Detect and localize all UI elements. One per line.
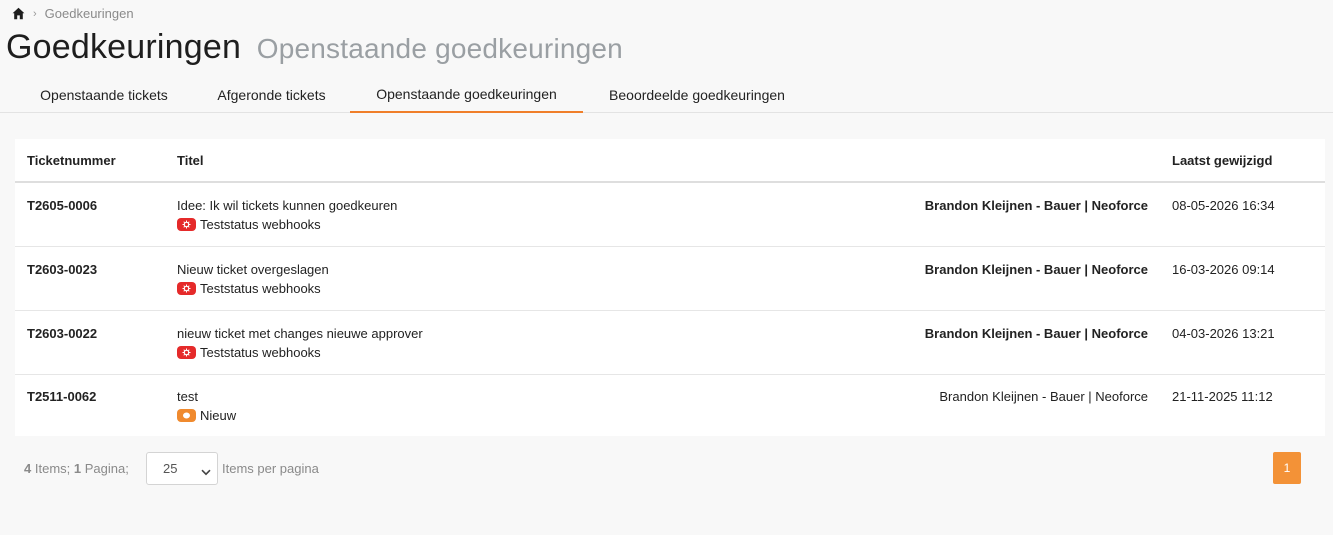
items-summary: 4 Items; 1 Pagina; <box>24 461 129 476</box>
tab-bar: Openstaande tickets Afgeronde tickets Op… <box>0 76 1333 113</box>
pages-label: Pagina; <box>84 461 129 476</box>
ticket-number[interactable]: T2605-0006 <box>27 198 97 213</box>
status-label: Teststatus webhooks <box>200 281 321 296</box>
page-size-value: 25 <box>163 461 178 476</box>
page-size-select[interactable]: 25 <box>146 452 218 485</box>
table-row[interactable]: T2603-0023 Nieuw ticket overgeslagen Tes… <box>15 247 1325 311</box>
table-header: Ticketnummer Titel Laatst gewijzigd <box>15 139 1325 183</box>
pagination-bar: 4 Items; 1 Pagina; 25 Items per pagina 1 <box>24 452 1314 486</box>
chevron-right-icon: › <box>33 7 37 20</box>
breadcrumb: › Goedkeuringen <box>12 6 134 21</box>
ticket-number[interactable]: T2511-0062 <box>27 389 96 404</box>
home-icon[interactable] <box>12 7 25 20</box>
ticket-title[interactable]: test <box>177 389 198 404</box>
status-badge: Nieuw <box>177 408 236 423</box>
ticket-title[interactable]: Idee: Ik wil tickets kunnen goedkeuren <box>177 198 397 213</box>
column-header-laatst-gewijzigd[interactable]: Laatst gewijzigd <box>1172 153 1272 168</box>
last-modified: 04-03-2026 13:21 <box>1172 326 1275 341</box>
items-count: 4 <box>24 461 32 476</box>
status-label: Nieuw <box>200 408 237 423</box>
per-page-label: Items per pagina <box>222 461 319 476</box>
page-title: Goedkeuringen Openstaande goedkeuringen <box>6 28 623 67</box>
tab-openstaande-tickets[interactable]: Openstaande tickets <box>16 76 192 113</box>
pages-count: 1 <box>73 461 82 476</box>
status-badge: Teststatus webhooks <box>177 217 321 232</box>
status-label: Teststatus webhooks <box>200 217 321 232</box>
chevron-down-icon <box>201 464 211 479</box>
requester: Brandon Kleijnen - Bauer | Neoforce <box>939 389 1148 404</box>
status-icon <box>177 218 196 231</box>
column-header-titel[interactable]: Titel <box>177 153 204 168</box>
status-label: Teststatus webhooks <box>200 345 321 360</box>
last-modified: 08-05-2026 16:34 <box>1172 198 1275 213</box>
page-button-1[interactable]: 1 <box>1273 452 1301 484</box>
status-icon <box>177 282 196 295</box>
table-row[interactable]: T2603-0022 nieuw ticket met changes nieu… <box>15 311 1325 375</box>
ticket-title[interactable]: Nieuw ticket overgeslagen <box>177 262 329 277</box>
tab-afgeronde-tickets[interactable]: Afgeronde tickets <box>194 76 349 113</box>
column-header-ticketnummer[interactable]: Ticketnummer <box>27 153 116 168</box>
status-icon <box>177 409 196 422</box>
page-subtitle: Openstaande goedkeuringen <box>256 33 623 64</box>
approvals-table: Ticketnummer Titel Laatst gewijzigd T260… <box>15 139 1325 436</box>
requester: Brandon Kleijnen - Bauer | Neoforce <box>924 326 1148 341</box>
page-title-main: Goedkeuringen <box>6 28 242 66</box>
table-row[interactable]: T2605-0006 Idee: Ik wil tickets kunnen g… <box>15 183 1325 247</box>
requester: Brandon Kleijnen - Bauer | Neoforce <box>924 262 1148 277</box>
tab-openstaande-goedkeuringen[interactable]: Openstaande goedkeuringen <box>350 76 583 113</box>
ticket-number[interactable]: T2603-0022 <box>27 326 97 341</box>
ticket-title[interactable]: nieuw ticket met changes nieuwe approver <box>177 326 423 341</box>
breadcrumb-current: Goedkeuringen <box>44 6 134 21</box>
items-label: Items; <box>34 461 71 476</box>
status-badge: Teststatus webhooks <box>177 345 321 360</box>
ticket-number[interactable]: T2603-0023 <box>27 262 97 277</box>
last-modified: 21-11-2025 11:12 <box>1172 389 1273 404</box>
status-icon <box>177 346 196 359</box>
status-badge: Teststatus webhooks <box>177 281 321 296</box>
tab-beoordeelde-goedkeuringen[interactable]: Beoordeelde goedkeuringen <box>584 76 810 113</box>
last-modified: 16-03-2026 09:14 <box>1172 262 1275 277</box>
requester: Brandon Kleijnen - Bauer | Neoforce <box>924 198 1148 213</box>
table-row[interactable]: T2511-0062 test Nieuw Brandon Kleijnen -… <box>15 374 1325 438</box>
